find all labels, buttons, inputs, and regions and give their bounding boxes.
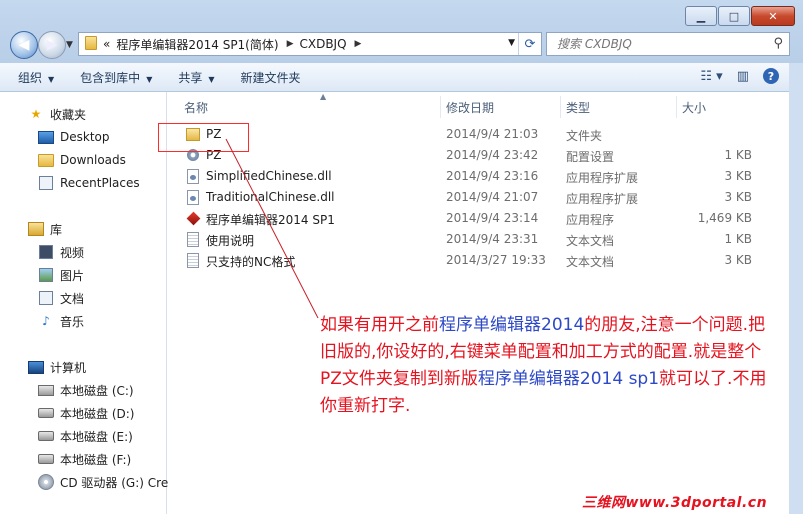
watermark: 三维网www.3dportal.cn bbox=[582, 495, 768, 511]
annotation-text: 如果有用开之前程序单编辑器2014的朋友,注意一个问题.把旧版的,你设好的,右键… bbox=[320, 312, 780, 420]
explorer-window: ▁ □ ✕ ◀ ▶ ▼ « 程序单编辑器2014 SP1(简体) ▶ CXDBJ… bbox=[0, 0, 803, 514]
annotation-highlight-part: 程序单编辑器2014 bbox=[439, 315, 585, 335]
annotation-arrow-line bbox=[225, 138, 319, 319]
annotation-text-part: 如果有用开之前 bbox=[320, 315, 439, 335]
annotation-highlight-part: 程序单编辑器2014 sp1 bbox=[477, 369, 660, 389]
window-right-border bbox=[789, 63, 803, 514]
annotation-arrow bbox=[225, 138, 319, 319]
